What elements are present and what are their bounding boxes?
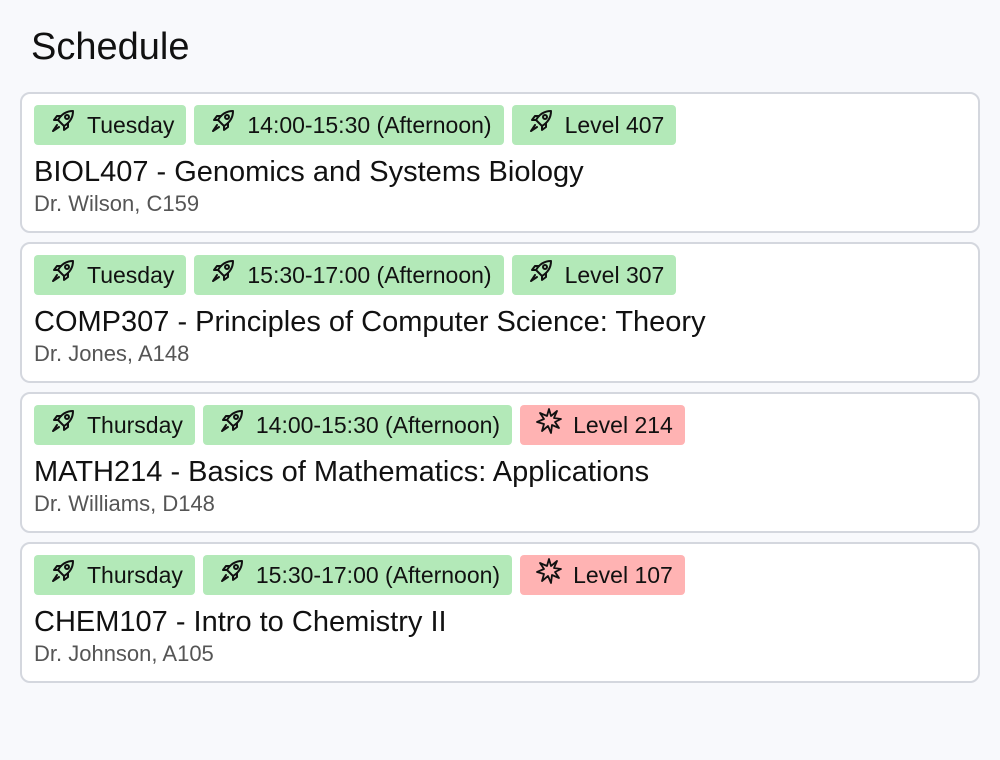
- course-instructor-room: Dr. Johnson, A105: [34, 641, 214, 666]
- course-card[interactable]: Tuesday 14:00-15:30 (Afternoon) Level 40…: [20, 92, 980, 233]
- tag-row: Tuesday 14:00-15:30 (Afternoon) Level 40…: [34, 105, 978, 145]
- rocket-icon: [49, 557, 77, 585]
- day-tag: Tuesday: [34, 105, 187, 145]
- time-tag-label: 15:30-17:00 (Afternoon): [255, 561, 501, 588]
- rocket-icon: [49, 257, 77, 285]
- time-tag: 14:00-15:30 (Afternoon): [202, 405, 513, 445]
- explosion-icon: [535, 407, 563, 435]
- rocket-icon: [527, 107, 555, 135]
- course-card[interactable]: Tuesday 15:30-17:00 (Afternoon) Level 30…: [20, 242, 980, 383]
- rocket-icon: [527, 257, 555, 285]
- rocket-icon: [218, 557, 246, 585]
- time-tag: 14:00-15:30 (Afternoon): [194, 105, 504, 145]
- tag-row: Tuesday 15:30-17:00 (Afternoon) Level 30…: [34, 255, 978, 295]
- course-instructor-room: Dr. Wilson, C159: [34, 191, 200, 216]
- level-tag: Level 407: [511, 105, 677, 145]
- level-tag: Level 107: [520, 555, 685, 595]
- course-instructor-room: Dr. Jones, A148: [34, 341, 190, 366]
- rocket-icon: [49, 107, 77, 135]
- level-tag-label: Level 407: [564, 111, 665, 138]
- schedule-page: Schedule Tuesday 14:00-15:30 (Afternoon)…: [0, 0, 1000, 760]
- time-tag-label: 14:00-15:30 (Afternoon): [247, 111, 492, 138]
- day-tag-label: Thursday: [87, 411, 183, 438]
- level-tag-label: Level 214: [573, 411, 673, 438]
- page-title: Schedule: [31, 26, 190, 68]
- day-tag: Thursday: [34, 405, 195, 445]
- day-tag-label: Tuesday: [87, 261, 175, 288]
- time-tag-label: 14:00-15:30 (Afternoon): [255, 411, 501, 438]
- rocket-icon: [209, 257, 237, 285]
- course-title: CHEM107 - Intro to Chemistry II: [34, 606, 447, 638]
- rocket-icon: [209, 107, 237, 135]
- tag-row: Thursday 14:00-15:30 (Afternoon) Level 2…: [34, 405, 978, 445]
- rocket-icon: [218, 407, 246, 435]
- course-card[interactable]: Thursday 14:00-15:30 (Afternoon) Level 2…: [20, 392, 980, 533]
- day-tag: Thursday: [34, 555, 195, 595]
- tag-row: Thursday 15:30-17:00 (Afternoon) Level 1…: [34, 555, 978, 595]
- level-tag-label: Level 107: [573, 561, 673, 588]
- time-tag-label: 15:30-17:00 (Afternoon): [247, 261, 492, 288]
- explosion-icon: [535, 557, 563, 585]
- time-tag: 15:30-17:00 (Afternoon): [202, 555, 513, 595]
- course-title: MATH214 - Basics of Mathematics: Applica…: [34, 456, 650, 488]
- level-tag: Level 214: [520, 405, 685, 445]
- rocket-icon: [49, 407, 77, 435]
- course-title: BIOL407 - Genomics and Systems Biology: [34, 156, 584, 188]
- course-title: COMP307 - Principles of Computer Science…: [34, 306, 706, 338]
- course-card[interactable]: Thursday 15:30-17:00 (Afternoon) Level 1…: [20, 542, 980, 683]
- day-tag: Tuesday: [34, 255, 187, 295]
- level-tag: Level 307: [511, 255, 677, 295]
- day-tag-label: Tuesday: [87, 111, 175, 138]
- time-tag: 15:30-17:00 (Afternoon): [194, 255, 504, 295]
- course-instructor-room: Dr. Williams, D148: [34, 491, 215, 516]
- level-tag-label: Level 307: [564, 261, 665, 288]
- course-list: Tuesday 14:00-15:30 (Afternoon) Level 40…: [20, 92, 980, 692]
- day-tag-label: Thursday: [87, 561, 183, 588]
